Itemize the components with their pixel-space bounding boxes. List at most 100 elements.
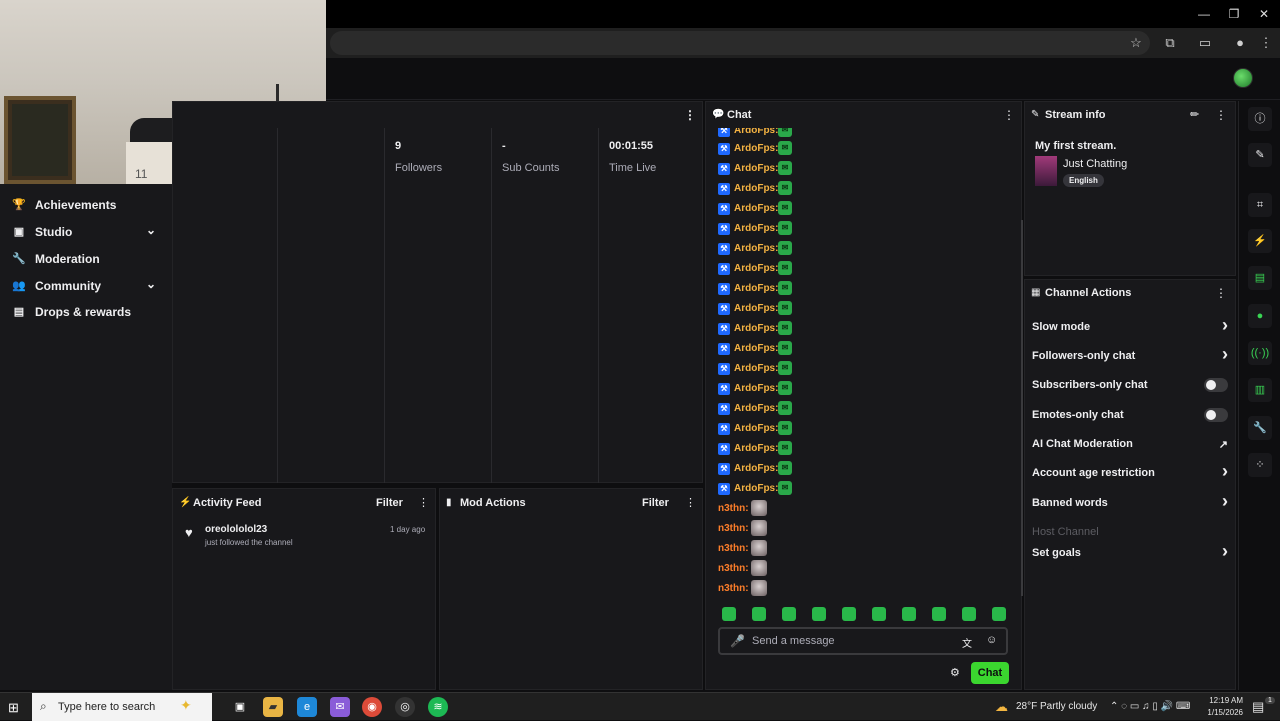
channel-action-ai-chat-moderation[interactable]: AI Chat Moderation ↗	[1032, 435, 1228, 455]
channel-action-subscribers-only-chat[interactable]: Subscribers-only chat	[1032, 376, 1228, 396]
chat-username[interactable]: n3thn:	[718, 563, 749, 574]
chat-username[interactable]: ArdoFps:	[734, 403, 778, 414]
cast-icon[interactable]: ▭	[1195, 33, 1215, 53]
chat-username[interactable]: ArdoFps:	[734, 263, 778, 274]
stats-menu-icon[interactable]: ⋮	[684, 108, 696, 122]
messenger-icon[interactable]: ✉	[330, 697, 350, 717]
chat-username[interactable]: ArdoFps:	[734, 203, 778, 214]
chevron-right-icon[interactable]: ›	[1222, 344, 1228, 365]
chat-username[interactable]: ArdoFps:	[734, 343, 778, 354]
sidebar-item-drops-rewards[interactable]: ▤ Drops & rewards	[0, 299, 172, 325]
channel-actions-menu-icon[interactable]: ⋮	[1215, 286, 1227, 300]
activity-user[interactable]: oreolololol23	[205, 524, 267, 535]
emote-picker-icon[interactable]	[752, 607, 766, 621]
chat-menu-icon[interactable]: ⋮	[1003, 108, 1015, 122]
sidebar-item-studio[interactable]: ▣ Studio ⌄	[0, 219, 172, 245]
emote-picker-icon[interactable]	[962, 607, 976, 621]
chat-username[interactable]: ArdoFps:	[734, 143, 778, 154]
chat-username[interactable]: ArdoFps:	[734, 463, 778, 474]
chevron-right-icon[interactable]: ›	[1222, 541, 1228, 562]
chat-username[interactable]: n3thn:	[718, 583, 749, 594]
chat-username[interactable]: ArdoFps:	[734, 183, 778, 194]
activity-filter-button[interactable]: Filter	[376, 497, 403, 509]
chevron-right-icon[interactable]: ›	[1222, 461, 1228, 482]
url-input[interactable]	[330, 31, 1150, 55]
mod-filter-button[interactable]: Filter	[642, 497, 669, 509]
broadcast-icon[interactable]: ((·))	[1248, 341, 1272, 365]
chat-username[interactable]: ArdoFps:	[734, 443, 778, 454]
stream-info-menu-icon[interactable]: ⋮	[1215, 108, 1227, 122]
layout-icon[interactable]: ▥	[1248, 378, 1272, 402]
chevron-right-icon[interactable]: ›	[1222, 491, 1228, 512]
emote-picker-icon[interactable]	[842, 607, 856, 621]
sidebar-item-community[interactable]: 👥 Community ⌄	[0, 273, 172, 299]
chat-username[interactable]: ArdoFps:	[734, 163, 778, 174]
channel-action-followers-only-chat[interactable]: Followers-only chat ›	[1032, 344, 1228, 367]
chat-username[interactable]: ArdoFps:	[734, 223, 778, 234]
more-tools-icon[interactable]: ⁘	[1248, 453, 1272, 477]
emote-picker-icon[interactable]	[872, 607, 886, 621]
channel-action-set-goals[interactable]: Set goals ›	[1032, 541, 1228, 564]
chevron-right-icon[interactable]: ›	[1222, 315, 1228, 336]
chat-username[interactable]: ArdoFps:	[734, 363, 778, 374]
chat-scrollbar[interactable]	[1021, 220, 1023, 596]
emote-picker-icon[interactable]	[992, 607, 1006, 621]
edge-icon[interactable]: e	[297, 697, 317, 717]
extensions-icon[interactable]: ⧉	[1160, 33, 1180, 53]
tray-icons[interactable]: ⌃ ◌ ▭ ♫ ▯ 🔊 ⌨	[1110, 701, 1190, 712]
microphone-icon[interactable]: 🎤	[730, 634, 745, 648]
emote-picker-icon[interactable]	[782, 607, 796, 621]
sidebar-item-achievements[interactable]: 🏆 Achievements	[0, 192, 172, 218]
chat-input[interactable]: 🎤 Send a message 文 ☺	[718, 627, 1008, 655]
weather-text[interactable]: 28°F Partly cloudy	[1016, 701, 1097, 712]
mod-menu-icon[interactable]: ⋮	[685, 496, 696, 509]
notes-icon[interactable]: ▤	[1248, 266, 1272, 290]
channel-action-account-age-restriction[interactable]: Account age restriction ›	[1032, 461, 1228, 484]
windows-start-icon[interactable]: ⊞	[8, 700, 19, 716]
edit-rail-icon[interactable]: ✎	[1248, 143, 1272, 167]
wrench-rail-icon[interactable]: 🔧	[1248, 416, 1272, 440]
chevron-down-icon[interactable]: ⌄	[146, 223, 156, 237]
notification-icon[interactable]: ▤	[1252, 699, 1264, 715]
chat-username[interactable]: ArdoFps:	[734, 423, 778, 434]
external-link-icon[interactable]: ↗	[1219, 438, 1228, 451]
close-button[interactable]: ✕	[1255, 5, 1273, 23]
chat-username[interactable]: ArdoFps:	[734, 323, 778, 334]
emote-picker-icon[interactable]	[722, 607, 736, 621]
channel-action-banned-words[interactable]: Banned words ›	[1032, 491, 1228, 514]
sidebar-item-moderation[interactable]: 🔧 Moderation	[0, 246, 172, 272]
send-chat-button[interactable]: Chat	[971, 662, 1009, 684]
toggle-switch[interactable]	[1204, 378, 1228, 392]
clock-time[interactable]: 12:19 AM	[1207, 696, 1243, 705]
activity-menu-icon[interactable]: ⋮	[418, 496, 429, 509]
chrome-icon[interactable]: ◉	[362, 697, 382, 717]
emoji-icon[interactable]: ☺	[986, 634, 997, 646]
file-explorer-icon[interactable]: ▰	[263, 697, 283, 717]
chat-username[interactable]: n3thn:	[718, 543, 749, 554]
task-view-icon[interactable]: ▣	[230, 697, 250, 717]
quick-action-icon[interactable]: ⚡	[1248, 229, 1272, 253]
toggle-switch[interactable]	[1204, 408, 1228, 422]
chat-username[interactable]: ArdoFps:	[734, 303, 778, 314]
chat-username[interactable]: n3thn:	[718, 503, 749, 514]
browser-menu-icon[interactable]: ⋮	[1256, 33, 1276, 53]
chat-username[interactable]: ArdoFps:	[734, 283, 778, 294]
chat-username[interactable]: ArdoFps:	[734, 128, 778, 136]
spotify-icon[interactable]: ≋	[428, 697, 448, 717]
user-avatar[interactable]	[1233, 68, 1253, 88]
channel-action-emotes-only-chat[interactable]: Emotes-only chat	[1032, 406, 1228, 426]
edit-icon[interactable]: ✏	[1190, 108, 1199, 121]
language-tag[interactable]: English	[1063, 174, 1104, 187]
capture-icon[interactable]: ⌗	[1248, 193, 1272, 217]
translate-icon[interactable]: 文	[962, 635, 972, 650]
chat-settings-icon[interactable]: ⚙	[950, 666, 960, 679]
restore-button[interactable]: ❐	[1225, 5, 1243, 23]
bookmark-star-icon[interactable]: ☆	[1126, 33, 1146, 53]
chat-username[interactable]: n3thn:	[718, 523, 749, 534]
obs-icon[interactable]: ◎	[395, 697, 415, 717]
profile-icon[interactable]: ●	[1230, 33, 1250, 53]
channel-action-slow-mode[interactable]: Slow mode ›	[1032, 315, 1228, 338]
emote-picker-icon[interactable]	[902, 607, 916, 621]
clock-date[interactable]: 1/15/2026	[1203, 708, 1243, 717]
chat-rail-icon[interactable]: ●	[1248, 304, 1272, 328]
